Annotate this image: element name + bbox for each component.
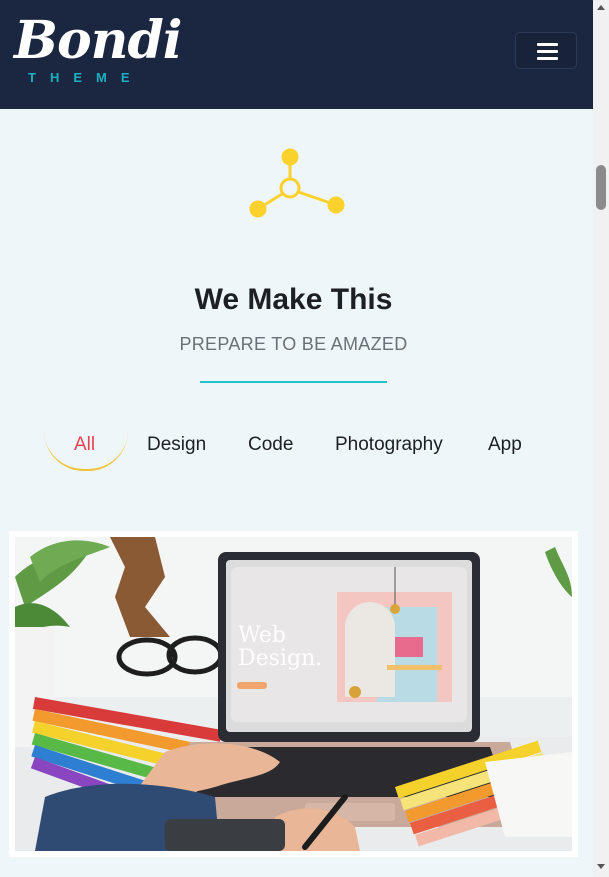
- filter-design[interactable]: Design: [147, 433, 206, 457]
- scroll-down-arrow-icon[interactable]: [597, 864, 605, 869]
- svg-text:Design.: Design.: [238, 646, 322, 671]
- logo[interactable]: Bondi THEME: [12, 10, 183, 90]
- logo-script: Bondi: [14, 10, 183, 71]
- share-nodes-icon: [249, 148, 345, 218]
- section-title: We Make This: [194, 283, 393, 316]
- svg-text:Web: Web: [238, 623, 286, 648]
- section-subtitle: PREPARE TO BE AMAZED: [179, 334, 408, 354]
- filter-app[interactable]: App: [488, 433, 522, 457]
- filter-photography[interactable]: Photography: [335, 433, 443, 457]
- hamburger-icon: [537, 43, 558, 46]
- portfolio-item-card[interactable]: Web Design.: [9, 531, 578, 857]
- portfolio-filter-bar: All Design Code Photography App: [0, 425, 593, 475]
- scrollbar-thumb[interactable]: [596, 165, 606, 210]
- logo-subtitle: THEME: [28, 70, 144, 85]
- filter-code[interactable]: Code: [248, 433, 293, 457]
- filter-all[interactable]: All: [74, 433, 95, 457]
- navbar: Bondi THEME: [0, 0, 593, 109]
- portfolio-image: Web Design.: [15, 537, 572, 851]
- section-divider: [200, 381, 387, 383]
- scrollbar[interactable]: [593, 0, 609, 877]
- scroll-up-arrow-icon[interactable]: [597, 5, 605, 10]
- menu-toggle-button[interactable]: [515, 32, 577, 69]
